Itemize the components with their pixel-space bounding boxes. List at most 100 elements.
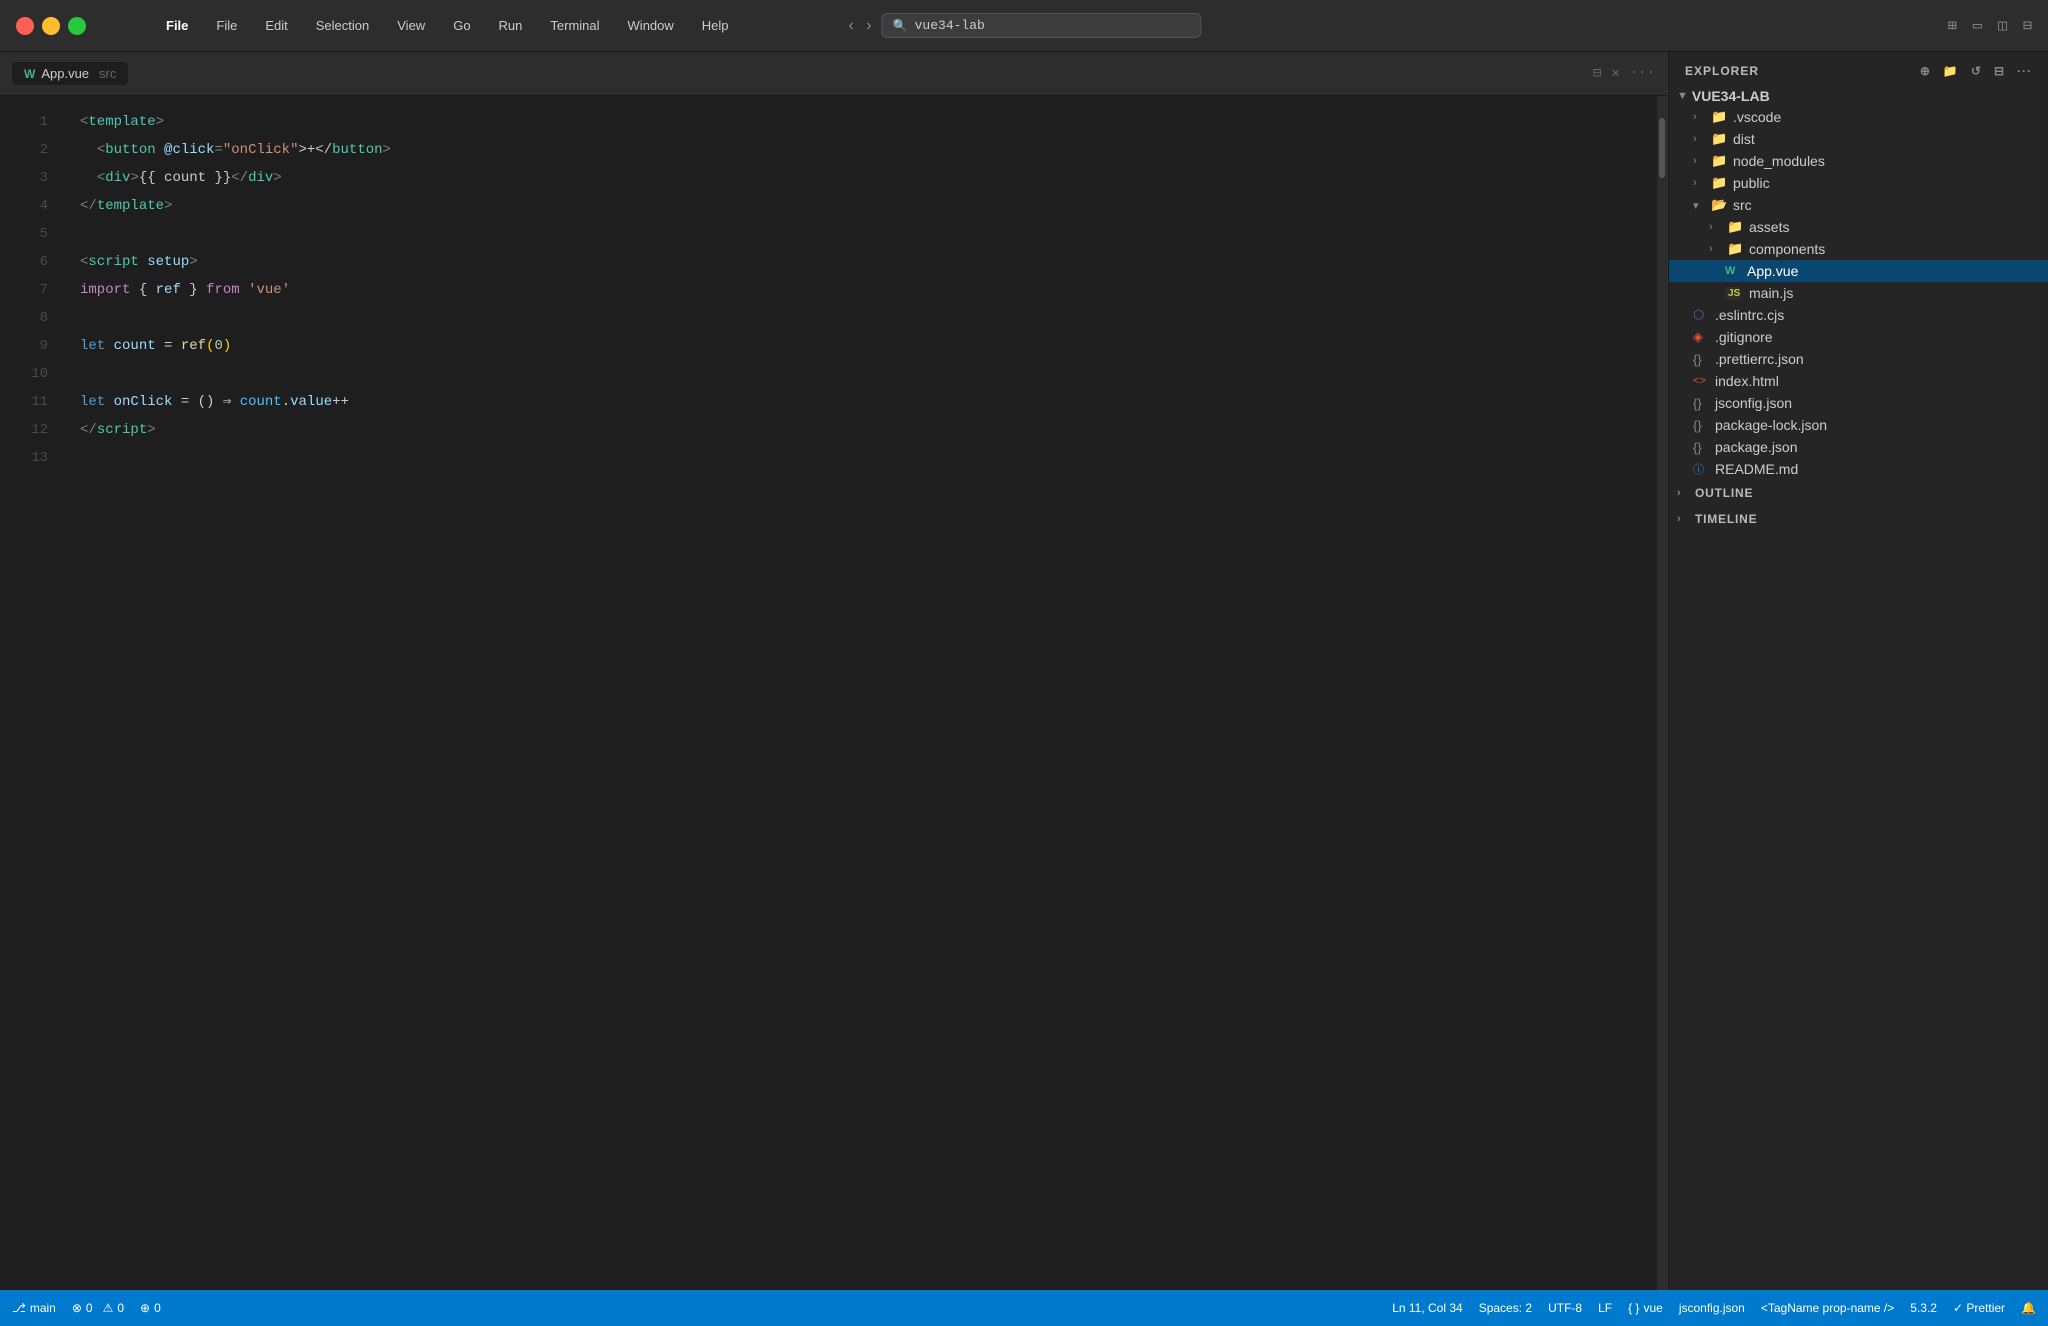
outline-label: OUTLINE xyxy=(1695,486,1753,500)
forward-button[interactable]: › xyxy=(864,17,874,35)
status-language[interactable]: { } vue xyxy=(1628,1301,1663,1315)
traffic-lights xyxy=(16,17,86,35)
status-remote[interactable]: ⊕ 0 xyxy=(140,1301,161,1315)
tree-item-node-modules[interactable]: › 📁 node_modules xyxy=(1669,150,2048,172)
tree-label-package-lock: package-lock.json xyxy=(1715,417,1827,433)
tree-item-assets[interactable]: › 📁 assets xyxy=(1669,216,2048,238)
tree-label-package-json: package.json xyxy=(1715,439,1798,455)
explorer-title: EXPLORER xyxy=(1685,64,1759,78)
code-line-5 xyxy=(64,220,1657,248)
tree-item-package-json[interactable]: {} package.json xyxy=(1669,436,2048,458)
tree-item-components[interactable]: › 📁 components xyxy=(1669,238,2048,260)
status-position[interactable]: Ln 11, Col 34 xyxy=(1392,1301,1463,1315)
menu-run[interactable]: Run xyxy=(499,18,523,33)
tree-item-main-js[interactable]: JS main.js xyxy=(1669,282,2048,304)
status-version[interactable]: 5.3.2 xyxy=(1910,1301,1937,1315)
editor-tab-app-vue[interactable]: W App.vue src xyxy=(12,62,128,85)
status-right: Ln 11, Col 34 Spaces: 2 UTF-8 LF { } vue… xyxy=(1392,1301,2036,1315)
layout-icon-1[interactable]: ⊞ xyxy=(1948,16,1957,35)
status-git-branch[interactable]: ⎇ main xyxy=(12,1301,56,1315)
json-icon: {} xyxy=(1693,396,1709,411)
tree-item-app-vue[interactable]: W App.vue xyxy=(1669,260,2048,282)
root-chevron-icon: ▼ xyxy=(1677,90,1688,102)
menu-go[interactable]: Go xyxy=(453,18,470,33)
scrollbar-thumb[interactable] xyxy=(1659,118,1665,178)
tree-label-app-vue: App.vue xyxy=(1747,263,1798,279)
status-spaces[interactable]: Spaces: 2 xyxy=(1479,1301,1532,1315)
tree-item-package-lock[interactable]: {} package-lock.json xyxy=(1669,414,2048,436)
tree-item-gitignore[interactable]: ◈ .gitignore xyxy=(1669,326,2048,348)
tree-item-vscode[interactable]: › 📁 .vscode xyxy=(1669,106,2048,128)
refresh-icon[interactable]: ↺ xyxy=(1971,64,1982,78)
json-icon: {} xyxy=(1693,352,1709,367)
tree-item-jsconfig[interactable]: {} jsconfig.json xyxy=(1669,392,2048,414)
scrollbar[interactable] xyxy=(1657,96,1667,1290)
tree-label-main-js: main.js xyxy=(1749,285,1793,301)
status-schema[interactable]: jsconfig.json xyxy=(1679,1301,1745,1315)
menu-terminal[interactable]: Terminal xyxy=(550,18,599,33)
tree-item-readme[interactable]: ⓘ README.md xyxy=(1669,458,2048,480)
status-tag[interactable]: <TagName prop-name /> xyxy=(1761,1301,1894,1315)
menu-edit[interactable]: Edit xyxy=(265,18,287,33)
layout-icon-2[interactable]: ▭ xyxy=(1973,16,1982,35)
new-file-icon[interactable]: ⊕ xyxy=(1920,64,1931,78)
split-editor-icon[interactable]: ⊟ xyxy=(1593,65,1601,82)
tab-filename: App.vue xyxy=(41,66,89,81)
json-icon: {} xyxy=(1693,418,1709,433)
tree-item-dist[interactable]: › 📁 dist xyxy=(1669,128,2048,150)
status-bell[interactable]: 🔔 xyxy=(2021,1301,2036,1315)
source-control-icon: ⎇ xyxy=(12,1301,26,1315)
status-eol[interactable]: LF xyxy=(1598,1301,1612,1315)
tree-root[interactable]: ▼ VUE34-LAB xyxy=(1669,86,2048,106)
language-name: vue xyxy=(1643,1301,1662,1315)
tree-item-public[interactable]: › 📁 public xyxy=(1669,172,2048,194)
collapse-icon[interactable]: ⊟ xyxy=(1994,64,2005,78)
code-line-11: let onClick = () ⇒ count.value++ xyxy=(64,388,1657,416)
menu-selection[interactable]: Selection xyxy=(316,18,369,33)
tree-item-prettierrc[interactable]: {} .prettierrc.json xyxy=(1669,348,2048,370)
timeline-section-header[interactable]: › TIMELINE xyxy=(1669,506,2048,532)
layout-icon-3[interactable]: ◫ xyxy=(1998,16,2007,35)
folder-icon: 📁 xyxy=(1711,109,1727,125)
folder-icon: 📁 xyxy=(1711,175,1727,191)
code-line-12: </script> xyxy=(64,416,1657,444)
back-button[interactable]: ‹ xyxy=(846,17,856,35)
folder-closed-chevron-icon: › xyxy=(1693,155,1709,167)
more-icon[interactable]: ··· xyxy=(2017,64,2032,78)
status-encoding[interactable]: UTF-8 xyxy=(1548,1301,1582,1315)
menu-file[interactable]: File xyxy=(216,18,237,33)
menu-code[interactable]: File xyxy=(166,18,188,33)
menu-help[interactable]: Help xyxy=(702,18,729,33)
minimize-button[interactable] xyxy=(42,17,60,35)
code-content[interactable]: <template> <button @click="onClick">+</b… xyxy=(64,96,1657,1290)
status-bar: ⎇ main ⊗ 0 ⚠ 0 ⊕ 0 Ln 11, Col 34 Spaces:… xyxy=(0,1290,2048,1326)
titlebar-right: ⊞ ▭ ◫ ⊟ xyxy=(1948,16,2032,35)
eslint-icon: ⬡ xyxy=(1693,307,1709,323)
tree-label-src: src xyxy=(1733,197,1752,213)
maximize-button[interactable] xyxy=(68,17,86,35)
tree-item-src[interactable]: ▾ 📂 src xyxy=(1669,194,2048,216)
outline-section-header[interactable]: › OUTLINE xyxy=(1669,480,2048,506)
vue-icon: W xyxy=(1725,265,1741,277)
menu-view[interactable]: View xyxy=(397,18,425,33)
folder-closed-chevron-icon: › xyxy=(1709,221,1725,233)
folder-icon: 📁 xyxy=(1727,219,1743,235)
tree-item-index-html[interactable]: <> index.html xyxy=(1669,370,2048,392)
status-errors[interactable]: ⊗ 0 ⚠ 0 xyxy=(72,1301,124,1315)
tree-label-jsconfig: jsconfig.json xyxy=(1715,395,1792,411)
search-bar[interactable]: 🔍 vue34-lab xyxy=(882,13,1202,38)
new-folder-icon[interactable]: 📁 xyxy=(1943,64,1959,78)
more-actions-icon[interactable]: ··· xyxy=(1630,65,1655,82)
main-layout: W App.vue src ⊟ ✕ ··· 1 2 3 4 5 6 7 8 9 xyxy=(0,52,2048,1290)
code-line-2: <button @click="onClick">+</button> xyxy=(64,136,1657,164)
settings-icon[interactable]: ⊟ xyxy=(2023,16,2032,35)
menu-bar: File File Edit Selection View Go Run Ter… xyxy=(166,18,729,33)
close-tab-icon[interactable]: ✕ xyxy=(1611,65,1619,82)
folder-icon: 📁 xyxy=(1711,131,1727,147)
tree-item-eslintrc[interactable]: ⬡ .eslintrc.cjs xyxy=(1669,304,2048,326)
close-button[interactable] xyxy=(16,17,34,35)
menu-window[interactable]: Window xyxy=(628,18,674,33)
code-line-10 xyxy=(64,360,1657,388)
status-prettier[interactable]: ✓ Prettier xyxy=(1953,1301,2005,1315)
timeline-chevron-icon: › xyxy=(1677,513,1693,525)
